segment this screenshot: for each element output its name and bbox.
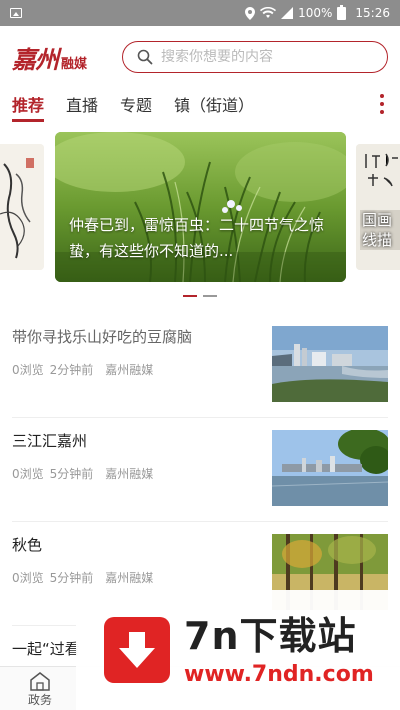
tab-towns[interactable]: 镇（街道）	[174, 88, 254, 122]
image-notification-icon	[10, 8, 22, 18]
news-item[interactable]: 带你寻找乐山好吃的豆腐脑 0浏览 2分钟前 嘉州融媒	[12, 314, 388, 418]
watermark-overlay: 7n下载站 www.7ndn.com	[76, 590, 400, 710]
news-source: 嘉州融媒	[105, 571, 154, 585]
news-views: 0浏览	[12, 467, 44, 481]
tab-recommend[interactable]: 推荐	[12, 88, 45, 122]
news-thumbnail-city	[272, 326, 388, 402]
logo-sub: 融媒	[61, 56, 88, 72]
tab-live[interactable]: 直播	[66, 88, 98, 122]
signal-icon	[281, 7, 294, 19]
logo-mark: 嘉州	[12, 44, 59, 74]
download-icon	[104, 617, 170, 683]
carousel-caption: 仲春已到，雷惊百虫：二十四节气之惊蛰，有这些你不知道的...	[69, 216, 325, 260]
news-title: 三江汇嘉州	[12, 432, 88, 450]
news-time: 5分钟前	[49, 571, 94, 585]
carousel-prev-slide[interactable]	[0, 144, 44, 270]
app-logo[interactable]: 嘉州 融媒	[12, 40, 114, 75]
wifi-icon	[260, 7, 277, 18]
location-icon	[245, 6, 256, 20]
carousel-dot-active[interactable]	[183, 295, 197, 297]
watermark-title: 7n下载站	[184, 613, 357, 658]
search-input[interactable]	[161, 49, 373, 65]
news-time: 2分钟前	[49, 363, 94, 377]
news-title: 带你寻找乐山好吃的豆腐脑	[12, 328, 193, 346]
news-time: 5分钟前	[49, 467, 94, 481]
search-icon	[137, 49, 153, 65]
news-views: 0浏览	[12, 363, 44, 377]
carousel-indicator	[0, 295, 400, 297]
clock: 15:26	[355, 6, 390, 20]
home-icon	[30, 672, 50, 691]
ink-painting-image	[0, 144, 44, 270]
battery-percent: 100%	[298, 6, 333, 20]
news-source: 嘉州融媒	[105, 467, 154, 481]
carousel-dot[interactable]	[203, 295, 217, 297]
news-item[interactable]: 三江汇嘉州 0浏览 5分钟前 嘉州融媒	[12, 418, 388, 522]
carousel-next-slide[interactable]: 国画 线描	[356, 144, 400, 270]
tab-topics[interactable]: 专题	[120, 88, 152, 122]
battery-icon	[337, 4, 347, 20]
search-bar[interactable]	[122, 41, 388, 73]
news-thumbnail-river	[272, 430, 388, 506]
banner-carousel[interactable]: 仲春已到，雷惊百虫：二十四节气之惊蛰，有这些你不知道的... 国画 线描	[0, 132, 400, 302]
app-screen: 100% 15:26 嘉州 融媒 推荐 直播 专题 镇（街道）	[0, 0, 400, 710]
more-menu-icon[interactable]	[380, 94, 384, 114]
watermark-url: www.7ndn.com	[184, 661, 374, 687]
status-bar: 100% 15:26	[0, 0, 400, 26]
app-header: 嘉州 融媒	[0, 26, 400, 88]
carousel-next-label: 国画 线描	[362, 211, 393, 249]
nav-item-label: 政务	[27, 693, 52, 707]
calligraphy-image	[356, 144, 400, 270]
news-views: 0浏览	[12, 571, 44, 585]
category-tabs: 推荐 直播 专题 镇（街道）	[0, 88, 400, 128]
news-source: 嘉州融媒	[105, 363, 154, 377]
nav-item-government[interactable]: 政务	[14, 671, 66, 708]
news-title: 秋色	[12, 536, 43, 554]
carousel-main-slide[interactable]: 仲春已到，雷惊百虫：二十四节气之惊蛰，有这些你不知道的...	[55, 132, 346, 282]
